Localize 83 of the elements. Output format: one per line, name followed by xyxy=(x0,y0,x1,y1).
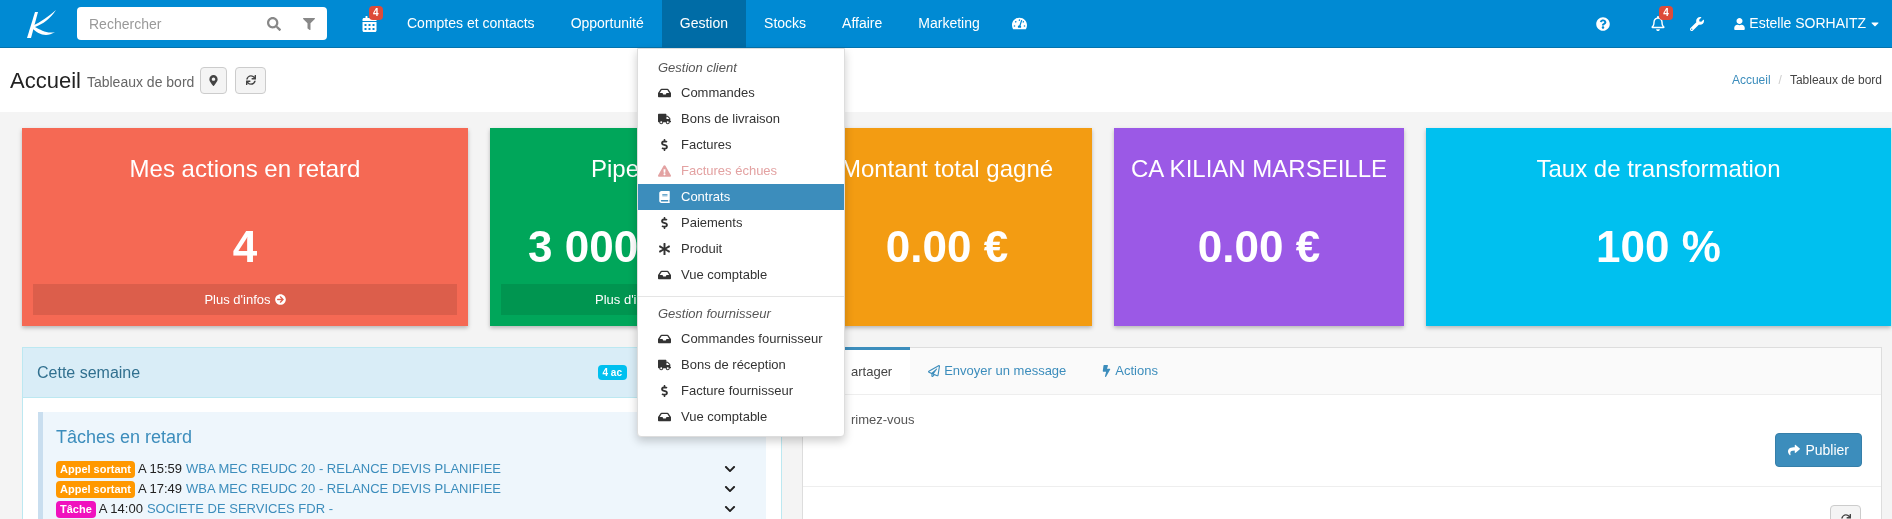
breadcrumb-link[interactable]: Accueil xyxy=(1731,71,1771,89)
asterisk-icon xyxy=(658,243,671,255)
panel-tab[interactable]: Envoyer un message xyxy=(910,347,1085,394)
help-icon[interactable] xyxy=(1596,16,1611,31)
card-value: 3 000 xyxy=(528,221,639,273)
card-title: Taux de transformation xyxy=(1536,154,1781,184)
inbox-icon xyxy=(658,87,671,99)
menu-header: Gestion client xyxy=(657,58,739,77)
page-subtitle: Tableaux de bord xyxy=(86,72,195,92)
more-info-bar[interactable]: Plus d'infos xyxy=(33,284,457,315)
dollar-icon xyxy=(658,385,671,397)
card-title: Mes actions en retard xyxy=(129,154,361,184)
breadcrumb-current: Tableaux de bord xyxy=(1789,72,1882,89)
inbox-icon xyxy=(658,269,671,281)
menu-item[interactable]: Paiements xyxy=(638,210,844,236)
user-menu[interactable]: Estelle SORHAITZ xyxy=(1734,13,1880,34)
task-tag: Appel sortant xyxy=(56,460,135,478)
arrow-icon xyxy=(274,294,286,305)
card-value: 100 % xyxy=(1596,221,1721,273)
search-icon[interactable] xyxy=(267,17,281,31)
pin-icon xyxy=(209,74,219,86)
more-info-link[interactable]: Plus d'i xyxy=(595,289,637,310)
chevron-icon[interactable] xyxy=(724,483,736,495)
nav-item[interactable]: Comptes et contacts xyxy=(389,0,553,48)
refresh-button[interactable] xyxy=(235,66,267,94)
menu-item[interactable]: Bons de livraison xyxy=(638,106,844,132)
task-link[interactable]: SOCIETE DE SERVICES FDR - xyxy=(146,499,334,519)
book-icon xyxy=(658,191,671,203)
nav-item[interactable]: Gestion xyxy=(661,0,747,48)
bolt-icon xyxy=(1102,364,1112,377)
task-tag: Appel sortant xyxy=(56,480,135,498)
inbox-icon xyxy=(658,333,671,345)
task-time: A 14:00 xyxy=(98,500,143,519)
count-badge: 4 ac xyxy=(597,365,627,380)
task-link[interactable]: WBA MEC REUDC 20 - RELANCE DEVIS PLANIFIEE xyxy=(186,459,501,479)
message-field[interactable]: rimez-vous xyxy=(851,410,1651,430)
card-title: CA KILIAN MARSEILLE xyxy=(1130,154,1388,184)
card-value: 0.00 € xyxy=(1197,221,1321,273)
truck-icon xyxy=(658,113,671,125)
refresh-icon xyxy=(245,75,256,85)
task-link[interactable]: WBA MEC REUDC 20 - RELANCE DEVIS PLANIFIEE xyxy=(186,479,501,499)
chevron-icon[interactable] xyxy=(724,503,736,515)
inbox-icon xyxy=(658,411,671,423)
publish-button[interactable]: Publier xyxy=(1775,433,1862,467)
share-icon xyxy=(1788,444,1801,456)
dashboard-icon xyxy=(1011,16,1027,31)
notification-badge: 4 xyxy=(369,5,383,20)
task-time: A 15:59 xyxy=(137,460,182,479)
paper-plane-icon xyxy=(928,364,941,377)
user-icon xyxy=(1734,17,1746,30)
notification-badge: 4 xyxy=(1659,5,1673,20)
menu-item[interactable]: Vue comptable xyxy=(638,404,844,430)
notifications-button[interactable]: 4 xyxy=(1644,0,1673,48)
calendar-button[interactable]: 4 xyxy=(349,0,389,48)
nav-item[interactable]: Stocks xyxy=(746,0,825,48)
section-title: Tâches en retard xyxy=(56,426,194,449)
location-button[interactable] xyxy=(200,66,228,94)
card-title: Pipe xyxy=(591,154,640,184)
truck-icon xyxy=(658,359,671,371)
menu-item[interactable]: Produit xyxy=(638,236,844,262)
menu-item[interactable]: Factures xyxy=(638,132,844,158)
search-field[interactable]: Rechercher xyxy=(77,7,327,40)
panel-title: Cette semaine xyxy=(37,362,141,383)
more-info-link[interactable]: Plus d'infos xyxy=(204,289,271,310)
nav-item[interactable]: Marketing xyxy=(900,0,998,48)
page-title: Accueil xyxy=(10,66,81,95)
menu-item[interactable]: Commandes xyxy=(638,80,844,106)
user-name: Estelle SORHAITZ xyxy=(1749,14,1866,33)
nav-item[interactable]: Opportunité xyxy=(552,0,662,48)
nav-item[interactable]: Affaire xyxy=(824,0,901,48)
card-value: 0.00 € xyxy=(885,221,1009,273)
warning-icon xyxy=(658,165,671,177)
task-time: A 17:49 xyxy=(137,480,182,499)
dollar-icon xyxy=(658,139,671,151)
dollar-icon xyxy=(658,217,671,229)
wrench-icon[interactable] xyxy=(1690,16,1705,31)
filter-icon[interactable] xyxy=(303,18,315,30)
breadcrumb-separator: / xyxy=(1778,72,1782,89)
card-value: 4 xyxy=(232,221,258,273)
chevron-icon[interactable] xyxy=(724,463,736,475)
menu-item[interactable]: Contrats xyxy=(638,184,844,210)
task-tag: Tâche xyxy=(56,500,96,518)
panel-tab[interactable]: Actions xyxy=(1084,347,1176,394)
